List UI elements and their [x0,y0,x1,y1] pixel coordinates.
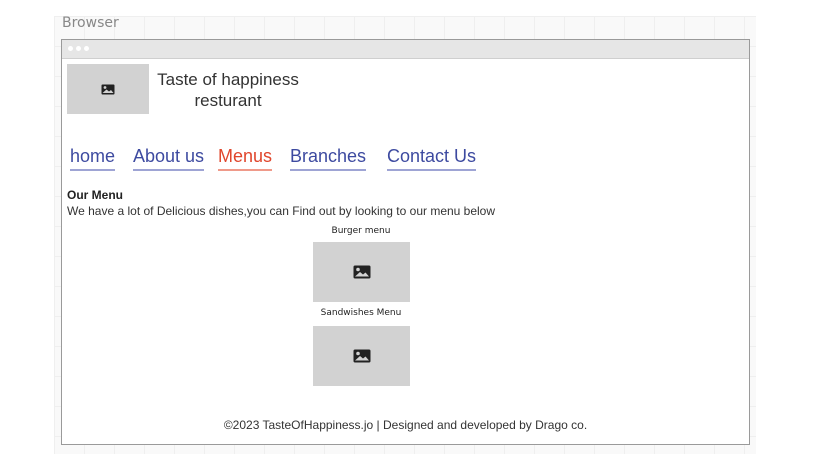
image-icon [353,349,370,363]
site-title-line2: resturant [194,91,262,110]
site-title-line1: Taste of happiness [157,70,299,89]
site-title: Taste of happiness resturant [150,69,306,111]
browser-window: Taste of happiness resturant home About … [61,39,750,445]
burger-menu-caption: Burger menu [331,226,391,236]
image-icon [101,84,115,94]
window-dot [68,46,73,51]
window-dot [76,46,81,51]
window-titlebar [62,40,749,59]
logo-image[interactable] [67,64,149,114]
window-dot [84,46,89,51]
nav-home[interactable]: home [70,146,116,171]
sandwiches-menu-image[interactable] [313,326,410,386]
section-title: Our Menu [67,188,123,202]
nav-about-us[interactable]: About us [133,146,205,171]
page-footer: ©2023 TasteOfHappiness.jo | Designed and… [223,418,588,432]
nav-menus[interactable]: Menus [218,146,273,171]
section-description: We have a lot of Delicious dishes,you ca… [67,204,496,218]
nav-branches[interactable]: Branches [290,146,367,171]
image-icon [353,265,370,279]
burger-menu-image[interactable] [313,242,410,302]
browser-label: Browser [62,15,119,31]
sandwiches-menu-caption: Sandwishes Menu [320,308,402,318]
nav-contact-us[interactable]: Contact Us [387,146,477,171]
